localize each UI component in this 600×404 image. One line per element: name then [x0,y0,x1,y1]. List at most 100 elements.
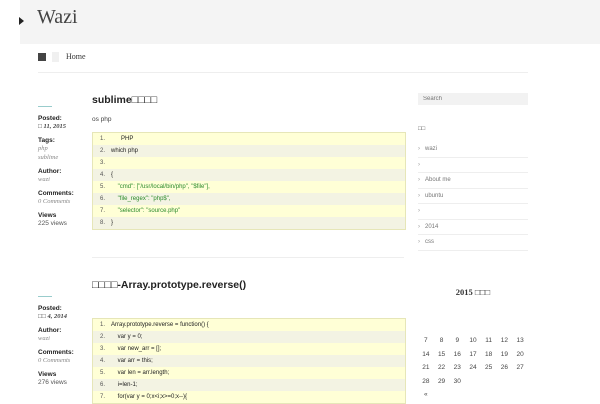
author-link[interactable]: wazi [38,334,88,343]
calendar-day: 24 [469,364,477,372]
author-link[interactable]: wazi [38,175,88,184]
menu-toggle-icon[interactable] [19,17,24,25]
calendar-day: 8 [439,337,444,345]
search-input[interactable] [418,93,528,105]
line-number: 2. [99,148,105,154]
calendar-week: 28 29 30 [418,375,528,389]
calendar-day: 14 [422,350,430,358]
author-label: Author: [38,327,62,334]
calendar-table: 7 8 9 10 11 12 13 14 15 16 17 18 19 20 21 22 23 24 25 26 27 2… [418,307,528,402]
calendar-day: 11 [485,337,493,345]
line-number: 7. [99,394,105,400]
code-line: 2. var y = 0; [93,331,405,343]
code-line: 7. "selector": "source.php" [93,205,405,217]
line-number: 4. [99,358,105,364]
code-line: 6. i=len-1; [93,379,405,391]
code-text: for(var y = 0;x<i;x>=0;x--){ [111,394,188,400]
sidebar-link[interactable]: ubuntu [418,189,528,204]
calendar-day: 19 [500,350,508,358]
sidebar-heading: □□ [418,126,426,132]
calendar-day [449,307,465,321]
line-number: 1. [99,322,105,328]
code-text: Array.prototype.reverse = function() { [111,322,209,328]
home-square-icon [38,53,46,61]
code-text: } [111,220,114,226]
posted-label: Posted: [38,305,62,312]
code-line: 1. PHP [93,133,405,145]
posted-label: Posted: [38,115,62,122]
views-count: 225 views [38,220,67,227]
code-block: 1. PHP 2. which php 3. 4. {5. "cmd": ["/usr/l… [92,132,406,230]
calendar-day: 13 [516,337,524,345]
code-line: 5. "cmd": ["/usr/local/bin/php", "$file"… [93,181,405,193]
calendar-day [434,388,450,402]
calendar-day: 7 [424,337,428,345]
calendar-day: 22 [437,364,446,372]
code-text: var arr = this; [111,358,153,364]
sidebar-link[interactable] [418,158,528,173]
breadcrumb-separator [52,52,59,62]
calendar-day [418,321,434,335]
calendar-week: 14 15 16 17 18 19 20 [418,348,528,362]
views-label: Views [38,212,57,219]
line-number: 6. [99,196,105,202]
sidebar-link[interactable]: 2014 [418,220,528,235]
breadcrumb-home-link[interactable]: Home [66,52,86,61]
code-line: 8.} [93,217,405,229]
sidebar-link[interactable]: About me [418,173,528,189]
site-header: Wazi [20,0,600,44]
code-line: 7. for(var y = 0;x<i;x>=0;x--){ [93,391,405,403]
post-title[interactable]: sublime□□□□ [92,94,157,106]
post-tags-line: os php [92,116,112,123]
calendar-day [497,307,513,321]
calendar-day [497,321,513,335]
tag-link[interactable]: php [38,144,88,153]
code-text: var new_arr = []; [111,346,162,352]
code-line: 4. { [93,169,405,181]
calendar-day [481,375,497,389]
line-number: 5. [99,184,105,190]
tag-link[interactable]: sublime [38,153,88,162]
calendar-day: 25 [485,364,493,372]
comments-link[interactable]: 0 Comments [38,197,88,206]
sidebar-link[interactable]: wazi [418,142,528,158]
line-number: 3. [99,160,105,166]
line-number: 8. [99,220,105,226]
calendar-day [418,307,434,321]
calendar-day: 21 [422,364,430,372]
code-line: 5. var len = arr.length; [93,367,405,379]
calendar-day [449,321,465,335]
code-line: 6. "file_regex": "php$", [93,193,405,205]
calendar-day [481,307,497,321]
calendar-day: 26 [500,364,508,372]
comments-label: Comments: [38,349,74,356]
code-text: "file_regex": "php$", [111,196,171,202]
sidebar-link[interactable]: css [418,235,528,251]
code-text: i=len-1; [111,382,138,388]
calendar-day[interactable]: « [418,388,434,402]
posted-date: □ 11, 2015 [38,123,66,130]
line-number: 4. [99,172,105,178]
calendar-day: 9 [455,337,460,345]
calendar-day [465,388,481,402]
comments-link[interactable]: 0 Comments [38,356,88,365]
post-title[interactable]: □□□□-Array.prototype.reverse() [92,279,246,291]
calendar-title: 2015 □□□ [455,287,491,297]
calendar-day [497,375,513,389]
calendar-day: 12 [500,337,508,345]
calendar-day [465,321,481,335]
code-text: which php [111,148,139,154]
tags-label: Tags: [38,137,55,144]
calendar-week: 21 22 23 24 25 26 27 [418,361,528,375]
line-number: 1. [99,136,105,142]
calendar-day [449,388,465,402]
calendar-day [512,388,528,402]
calendar-day [512,321,528,335]
site-title[interactable]: Wazi [37,6,78,29]
sidebar-link[interactable] [418,204,528,220]
calendar-week [418,321,528,335]
calendar-day [481,388,497,402]
code-text: var y = 0; [111,334,143,340]
calendar-day: 15 [437,350,446,358]
post-divider [92,257,404,258]
